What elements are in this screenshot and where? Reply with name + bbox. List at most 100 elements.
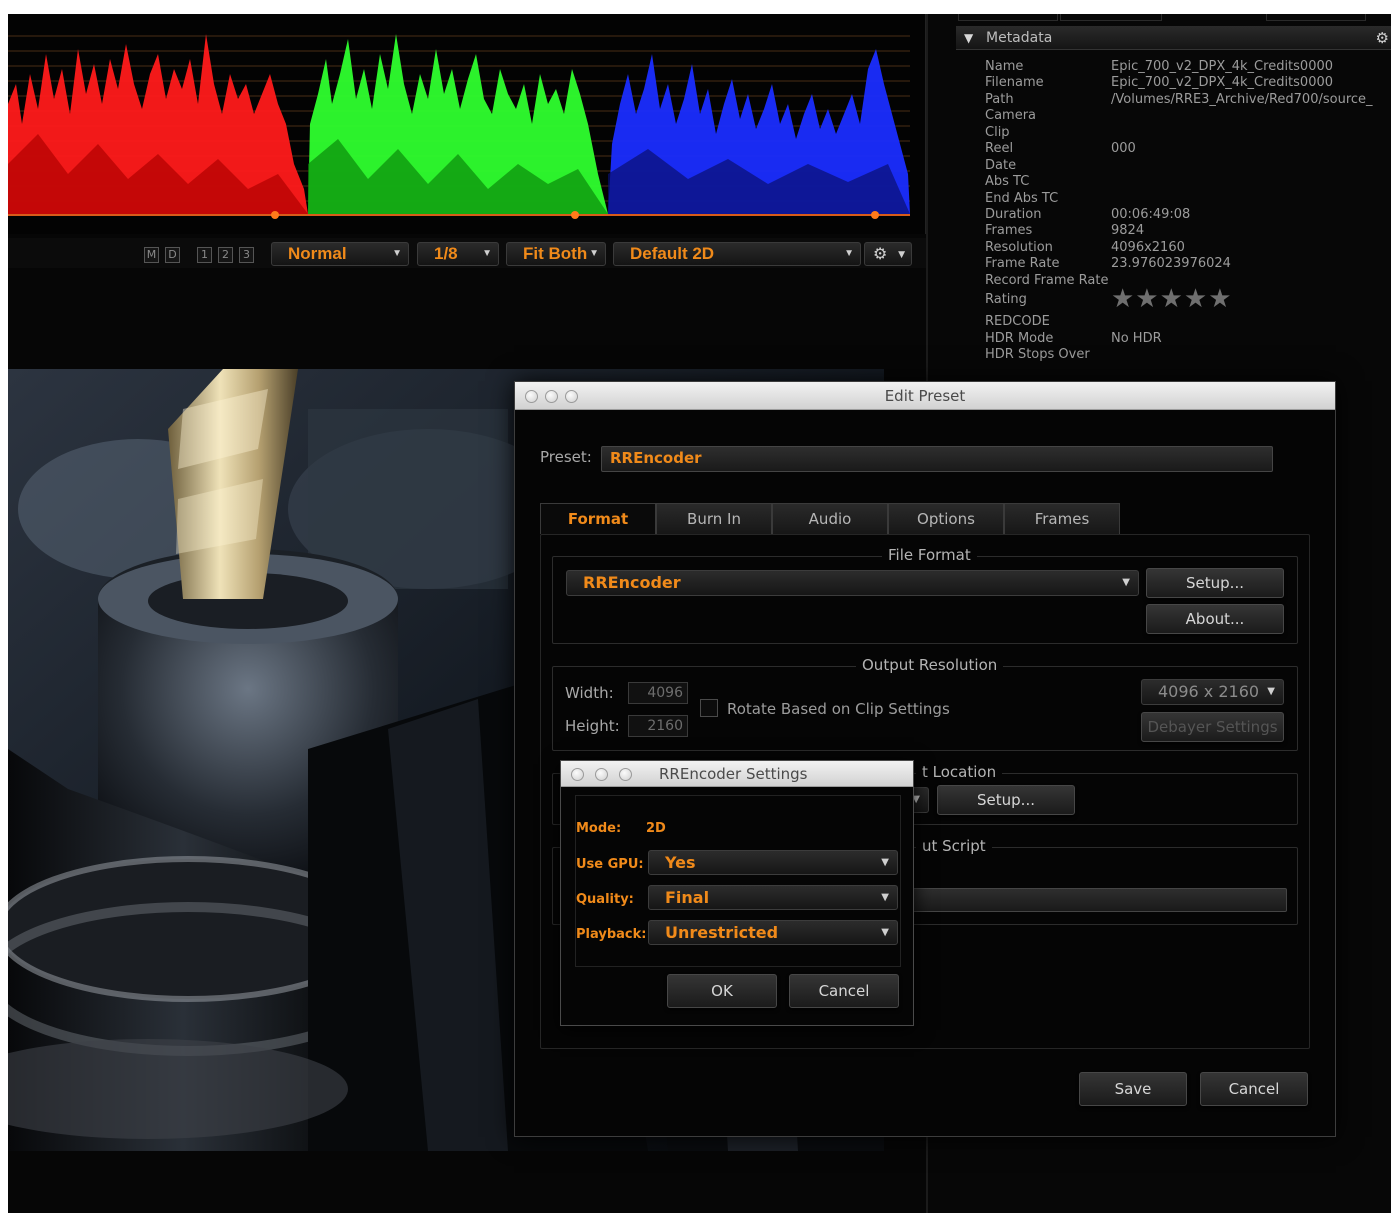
zoom-window-button[interactable] (619, 768, 632, 781)
minimize-window-button[interactable] (595, 768, 608, 781)
height-input[interactable]: 2160 (628, 715, 688, 737)
playback-value: Unrestricted (665, 923, 779, 942)
cancel-button[interactable]: Cancel (1200, 1072, 1308, 1106)
viewer-settings-button[interactable]: ⚙ ▼ (864, 242, 912, 266)
chevron-down-icon: ▼ (1267, 686, 1275, 697)
width-label: Width: (565, 684, 614, 702)
chevron-down-icon: ▼ (1122, 577, 1130, 588)
resolution-preset-dropdown[interactable]: 4096 x 2160 ▼ (1141, 679, 1284, 705)
playback-dropdown[interactable]: Unrestricted ▼ (648, 920, 898, 945)
preset-name-input[interactable]: RREncoder (601, 446, 1273, 472)
rrencoder-settings-dialog: RREncoder Settings Mode: 2D Use GPU: Yes… (560, 760, 914, 1026)
layout-3-button[interactable]: 3 (239, 247, 254, 263)
tab-options[interactable]: Options (888, 503, 1004, 534)
metadata-key: Clip (985, 125, 1010, 140)
rrencoder-settings-titlebar[interactable]: RREncoder Settings (561, 761, 913, 787)
quality-dropdown[interactable]: Final ▼ (648, 885, 898, 910)
disclosure-triangle-icon[interactable]: ▼ (964, 26, 973, 50)
rrencoder-settings-title: RREncoder Settings (659, 765, 808, 783)
use-gpu-label: Use GPU: (576, 857, 644, 872)
panel-tab[interactable] (958, 14, 1058, 21)
quality-label: Quality: (576, 892, 634, 907)
metadata-key: HDR Stops Over (985, 347, 1090, 362)
edit-preset-titlebar[interactable]: Edit Preset (515, 382, 1335, 410)
script-path-input[interactable] (895, 888, 1287, 912)
use-gpu-dropdown[interactable]: Yes ▼ (648, 850, 898, 875)
gear-icon: ⚙ (873, 244, 888, 263)
scale-dropdown[interactable]: 1/8 ▼ (417, 242, 499, 266)
view-dropdown[interactable]: Default 2D ▼ (613, 242, 861, 266)
metadata-key: Name (985, 59, 1024, 74)
metadata-value: Epic_700_v2_DPX_4k_Credits0000 (1111, 75, 1334, 90)
preset-name-value: RREncoder (610, 449, 702, 467)
width-input[interactable]: 4096 (628, 682, 688, 704)
height-label: Height: (565, 717, 620, 735)
panel-tab[interactable] (1060, 14, 1162, 21)
gear-icon[interactable]: ⚙ (1376, 26, 1389, 50)
rgb-parade-scope (8, 14, 926, 234)
rotate-checkbox[interactable] (700, 699, 718, 717)
save-button[interactable]: Save (1079, 1072, 1187, 1106)
metadata-key: Frame Rate (985, 256, 1060, 271)
file-format-setup-button[interactable]: Setup... (1146, 568, 1284, 598)
metadata-key: Duration (985, 207, 1042, 222)
panel-tab[interactable] (1266, 14, 1366, 21)
metadata-key: REDCODE (985, 314, 1050, 329)
use-gpu-value: Yes (665, 853, 696, 872)
display-mode-dropdown[interactable]: Normal ▼ (271, 242, 409, 266)
metadata-header[interactable]: ▼ Metadata ⚙ (956, 26, 1391, 50)
output-resolution-legend: Output Resolution (856, 656, 1004, 674)
ok-button[interactable]: OK (667, 974, 777, 1008)
metadata-value: Epic_700_v2_DPX_4k_Credits0000 (1111, 59, 1334, 74)
debayer-settings-button[interactable]: Debayer Settings (1141, 712, 1284, 742)
metadata-key: End Abs TC (985, 191, 1059, 206)
view-value: Default 2D (630, 244, 715, 263)
location-setup-button[interactable]: Setup... (937, 785, 1075, 815)
chevron-down-icon: ▼ (482, 248, 492, 259)
rating-stars[interactable]: ★★★★★ (1111, 286, 1233, 312)
metadata-key: HDR Mode (985, 331, 1054, 346)
metadata-value: 9824 (1111, 223, 1145, 238)
chevron-down-icon: ▼ (881, 857, 889, 868)
mode-d-button[interactable]: D (165, 247, 180, 263)
chevron-down-icon: ▼ (844, 248, 854, 259)
fit-dropdown[interactable]: Fit Both ▼ (506, 242, 606, 266)
chevron-down-icon: ▼ (881, 892, 889, 903)
chevron-down-icon: ▼ (392, 248, 402, 259)
metadata-key: Camera (985, 108, 1037, 123)
file-format-about-button[interactable]: About... (1146, 604, 1284, 634)
scale-value: 1/8 (434, 244, 458, 263)
tab-frames[interactable]: Frames (1004, 503, 1120, 534)
panel-tabs (928, 14, 1391, 22)
metadata-key: Date (985, 158, 1017, 173)
metadata-key: Reel (985, 141, 1014, 156)
metadata-title: Metadata (986, 30, 1053, 46)
close-window-button[interactable] (571, 768, 584, 781)
rotate-label: Rotate Based on Clip Settings (727, 700, 950, 718)
mode-m-button[interactable]: M (144, 247, 159, 263)
metadata-value: 000 (1111, 141, 1136, 156)
layout-2-button[interactable]: 2 (218, 247, 233, 263)
metadata-value: /Volumes/RRE3_Archive/Red700/source_ (1111, 92, 1373, 107)
rrencoder-cancel-button[interactable]: Cancel (789, 974, 899, 1008)
preset-label: Preset: (540, 448, 592, 466)
layout-1-button[interactable]: 1 (197, 247, 212, 263)
file-format-dropdown[interactable]: RREncoder ▼ (566, 570, 1139, 596)
tab-audio[interactable]: Audio (772, 503, 888, 534)
output-script-legend: ut Script (916, 837, 992, 855)
chevron-down-icon: ▼ (881, 927, 889, 938)
edit-preset-title: Edit Preset (884, 387, 966, 405)
resolution-preset-value: 4096 x 2160 (1158, 682, 1260, 701)
mode-value: 2D (646, 821, 666, 836)
tab-format[interactable]: Format (540, 503, 656, 534)
file-format-value: RREncoder (583, 573, 681, 592)
metadata-key: Resolution (985, 240, 1053, 255)
output-location-legend: t Location (916, 763, 1003, 781)
metadata-key: Frames (985, 223, 1033, 238)
display-mode-value: Normal (288, 244, 347, 263)
file-format-legend: File Format (882, 546, 977, 564)
tab-burn-in[interactable]: Burn In (656, 503, 772, 534)
chevron-down-icon: ▼ (589, 248, 599, 259)
metadata-key: Rating (985, 292, 1027, 307)
playback-label: Playback: (576, 927, 647, 942)
